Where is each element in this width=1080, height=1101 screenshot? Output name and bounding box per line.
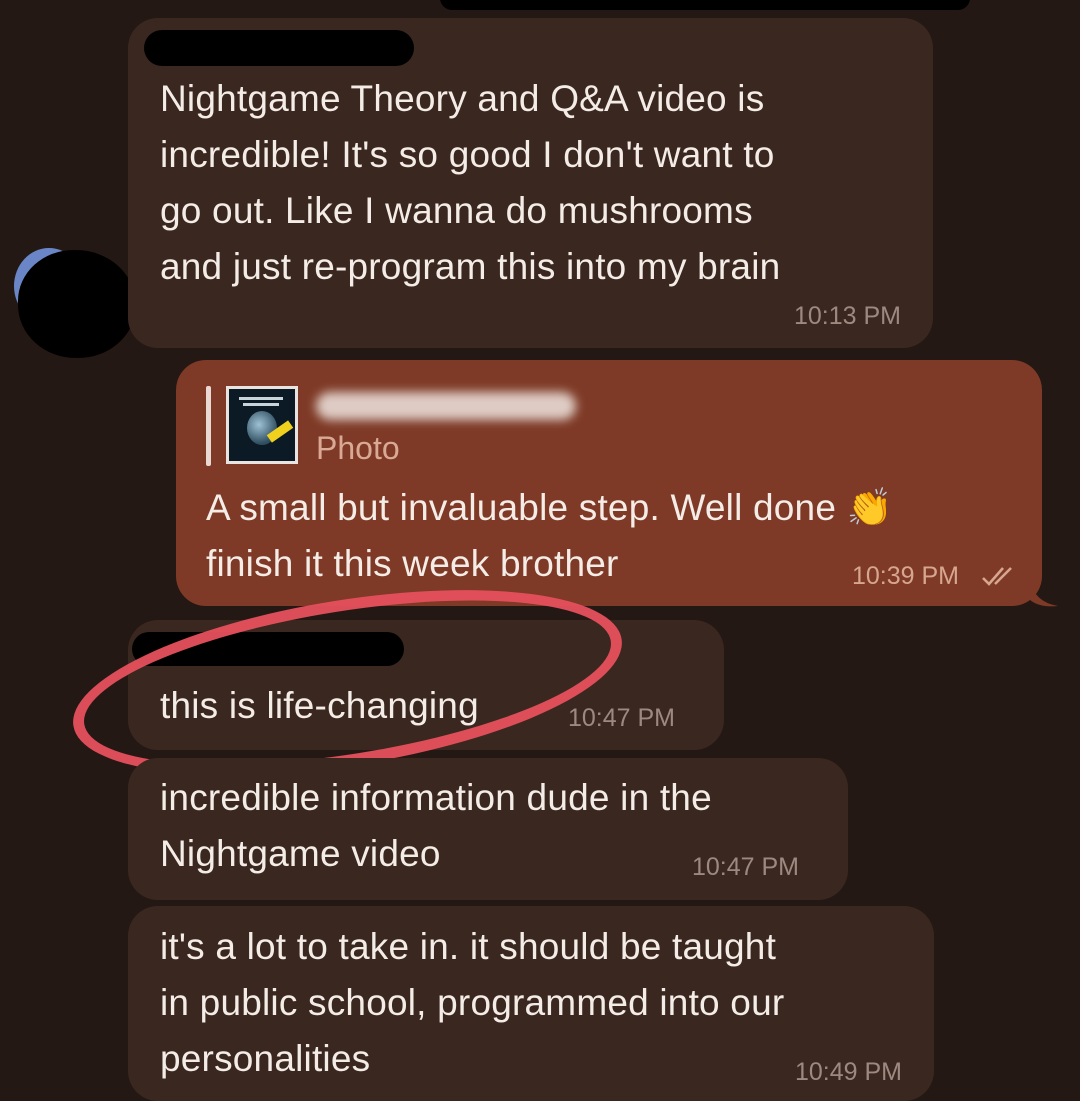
- chat-area: Nightgame Theory and Q&A video is incred…: [0, 0, 1080, 1101]
- message-time: 10:47 PM: [568, 704, 676, 732]
- message-bubble-4[interactable]: incredible information dude in the Night…: [128, 758, 848, 900]
- message-bubble-5[interactable]: it's a lot to take in. it should be taug…: [128, 906, 934, 1101]
- avatar[interactable]: [18, 250, 136, 358]
- message-time: 10:39 PM: [852, 562, 960, 590]
- sender-name-redacted: [144, 30, 414, 66]
- book-cover-thumbnail[interactable]: [226, 386, 298, 464]
- reply-quote-label: Photo: [316, 430, 400, 466]
- bubble-tail: [1030, 580, 1058, 607]
- redaction-bar: [440, 0, 970, 10]
- message-time: 10:13 PM: [793, 302, 901, 330]
- quoted-sender-name-blurred: [316, 392, 576, 420]
- double-check-icon: [982, 567, 1012, 586]
- message-bubble-2[interactable]: Photo A small but invaluable step. Well …: [176, 360, 1042, 606]
- reply-quote-bar: [206, 386, 211, 466]
- message-time: 10:47 PM: [692, 853, 800, 881]
- message-time: 10:49 PM: [794, 1058, 902, 1086]
- message-text: A small but invaluable step. Well done 👏…: [206, 487, 893, 584]
- message-text: it's a lot to take in. it should be taug…: [160, 926, 785, 1079]
- reply-quote[interactable]: Photo: [206, 386, 706, 466]
- message-text: incredible information dude in the Night…: [160, 777, 712, 874]
- message-bubble-1[interactable]: Nightgame Theory and Q&A video is incred…: [128, 18, 933, 348]
- message-text: Nightgame Theory and Q&A video is incred…: [160, 78, 781, 287]
